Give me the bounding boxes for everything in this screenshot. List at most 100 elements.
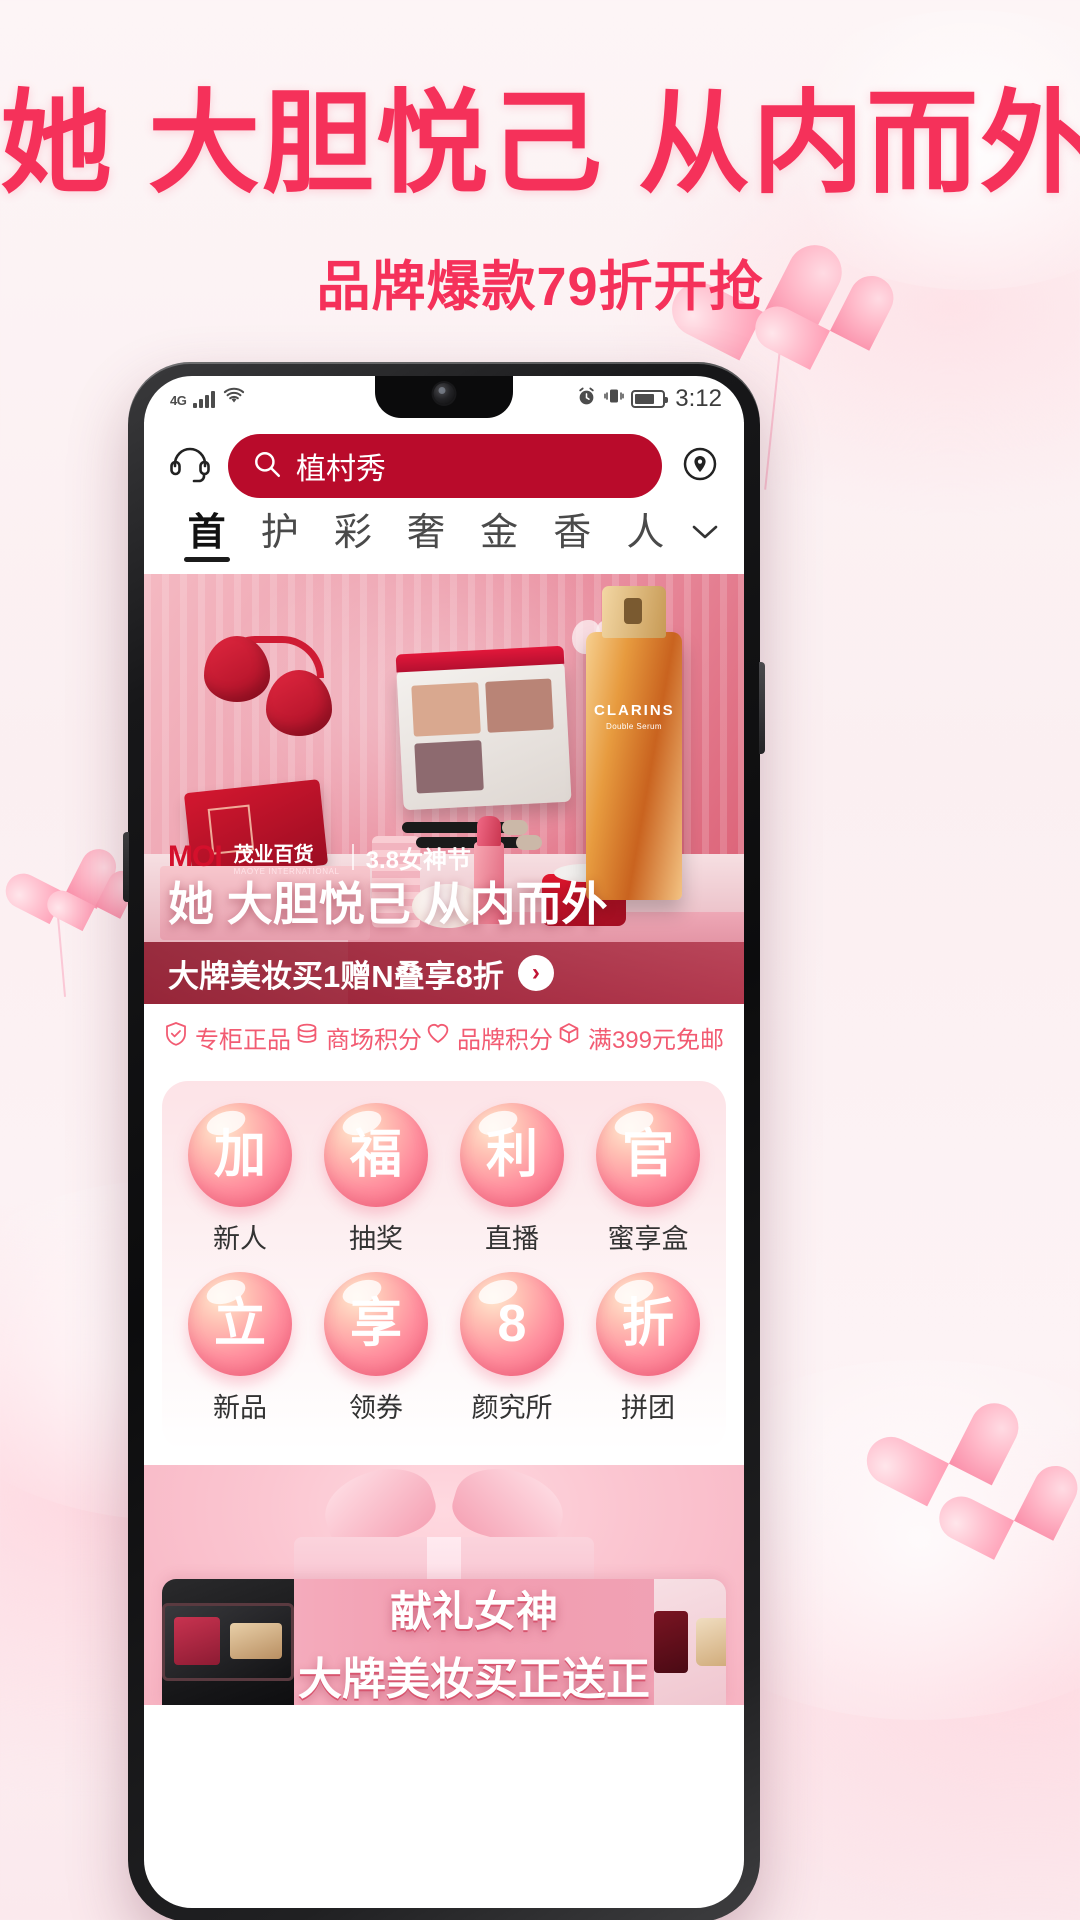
entry-newcomer[interactable]: 加 新人 (172, 1103, 308, 1256)
box-icon (557, 1021, 581, 1054)
poster-text: 她大胆悦己 从内而外 品牌爆款79折开抢 (0, 0, 1080, 321)
entry-glyph: 立 (188, 1272, 292, 1376)
tab-label: 金 (480, 512, 519, 554)
hero-banner[interactable]: CLARINS Double Serum MOI 茂业百货 MAOYE INTE… (144, 574, 744, 1004)
brand-name-cn: 茂业百货 (233, 844, 314, 866)
phone-screen: 4G 3:12 植村秀 首 护 彩 奢 金 香 人 CLARINS Double… (144, 376, 744, 1908)
benefit-brand-points[interactable]: 品牌积分 (426, 1020, 553, 1055)
headline-part-1: 她 (0, 81, 114, 206)
quick-entry-panel: 加 新人 福 抽奖 利 直播 官 蜜享盒 立 新品 享 领券 8 颜究所 折 拼… (162, 1081, 726, 1451)
gift-promo-section[interactable]: 献礼女神 大牌美妆买正送正 (144, 1465, 744, 1705)
front-camera-icon (433, 383, 455, 404)
ribbon-decoration (316, 1465, 572, 1555)
entry-glyph: 利 (460, 1103, 564, 1207)
tab-label: 人 (626, 512, 665, 554)
entry-new-products[interactable]: 立 新品 (172, 1272, 308, 1425)
promo-products-image (654, 1579, 726, 1705)
poster-subline: 品牌爆款79折开抢 (316, 257, 764, 317)
hero-subtitle-bar[interactable]: 大牌美妆买1赠N叠享8折 › (144, 942, 744, 1004)
tab-label: 首 (187, 512, 226, 554)
entry-label: 拼团 (621, 1393, 675, 1423)
tab-label: 彩 (333, 512, 372, 554)
entry-glyph: 折 (596, 1272, 700, 1376)
tab-xiang[interactable]: 香 (536, 512, 609, 562)
entry-glyph: 福 (324, 1103, 428, 1207)
benefit-label: 品牌积分 (456, 1027, 553, 1054)
entry-label: 直播 (485, 1224, 539, 1254)
balloon-string (764, 340, 782, 490)
promo-gift-set-image (162, 1579, 294, 1705)
promo-card[interactable]: 献礼女神 大牌美妆买正送正 (162, 1579, 726, 1705)
tab-shou[interactable]: 首 (170, 512, 243, 562)
alarm-icon (576, 386, 597, 413)
chevron-down-icon[interactable] (682, 514, 728, 542)
signal-bars-icon (193, 390, 216, 408)
benefit-label: 满399元免邮 (587, 1027, 724, 1054)
status-bar-right: 3:12 (576, 385, 722, 413)
tab-ren[interactable]: 人 (609, 512, 682, 562)
poster-headline: 她大胆悦己 从内而外 (0, 88, 1080, 200)
location-pin-icon[interactable] (678, 442, 722, 491)
benefit-mall-points[interactable]: 商场积分 (295, 1020, 422, 1055)
headline-part-2: 大胆悦己 (148, 81, 604, 206)
entry-label: 蜜享盒 (607, 1224, 689, 1254)
entry-livestream[interactable]: 利 直播 (444, 1103, 580, 1256)
entry-label: 新人 (213, 1224, 267, 1254)
phone-device-frame: 4G 3:12 植村秀 首 护 彩 奢 金 香 人 CLARINS Double… (123, 362, 765, 1920)
benefit-free-shipping[interactable]: 满399元免邮 (557, 1020, 724, 1055)
tab-hu[interactable]: 护 (243, 512, 316, 562)
category-tabs: 首 护 彩 奢 金 香 人 (144, 512, 744, 574)
battery-icon (631, 390, 669, 408)
serum-subtitle: Double Serum (606, 722, 662, 731)
entry-coupons[interactable]: 享 领券 (308, 1272, 444, 1425)
entry-glyph: 享 (324, 1272, 428, 1376)
hero-subtitle: 大牌美妆买1赠N叠享8折 (168, 958, 504, 994)
tab-label: 香 (553, 512, 592, 554)
product-serum-bottle: CLARINS Double Serum (586, 586, 682, 900)
phone-side-button (123, 832, 129, 902)
headset-icon[interactable] (168, 444, 212, 489)
heart-icon (426, 1021, 450, 1054)
quick-entry-grid: 加 新人 福 抽奖 利 直播 官 蜜享盒 立 新品 享 领券 8 颜究所 折 拼… (172, 1103, 716, 1425)
entry-honey-box[interactable]: 官 蜜享盒 (580, 1103, 716, 1256)
entry-label: 抽奖 (349, 1224, 403, 1254)
entry-glyph: 官 (596, 1103, 700, 1207)
product-bra (204, 636, 354, 746)
arrow-right-icon[interactable]: › (517, 955, 554, 991)
wifi-icon (222, 387, 246, 411)
benefit-authentic[interactable]: 专柜正品 (164, 1020, 291, 1055)
entry-glyph: 加 (188, 1103, 292, 1207)
headline-part-3: 从内而外 (638, 81, 1080, 206)
benefit-label: 商场积分 (325, 1027, 422, 1054)
clock-time: 3:12 (675, 385, 722, 412)
vibrate-icon (604, 387, 625, 411)
entry-label: 新品 (213, 1393, 267, 1423)
promo-text: 献礼女神 大牌美妆买正送正 (294, 1579, 654, 1705)
entry-label: 领券 (349, 1393, 403, 1423)
search-row: 植村秀 (144, 422, 744, 512)
phone-notch (375, 376, 513, 418)
product-eyeshadow-palette (395, 645, 572, 811)
search-icon (252, 449, 282, 484)
entry-label: 颜究所 (471, 1393, 553, 1423)
tab-cai[interactable]: 彩 (316, 512, 389, 562)
tab-label: 护 (260, 512, 299, 554)
benefits-bar: 专柜正品 商场积分 品牌积分 满399元免邮 (144, 1004, 744, 1071)
status-bar-left: 4G (170, 387, 246, 411)
search-input[interactable]: 植村秀 (228, 434, 662, 498)
tab-she[interactable]: 奢 (389, 512, 462, 562)
entry-lottery[interactable]: 福 抽奖 (308, 1103, 444, 1256)
entry-group-buy[interactable]: 折 拼团 (580, 1272, 716, 1425)
coins-icon (295, 1021, 319, 1054)
search-keyword: 植村秀 (296, 453, 386, 486)
serum-brand: CLARINS (594, 702, 675, 719)
benefit-label: 专柜正品 (195, 1027, 291, 1054)
entry-glyph: 8 (460, 1272, 564, 1376)
entry-beauty-lab[interactable]: 8 颜究所 (444, 1272, 580, 1425)
hero-title: 她 大胆悦己 从内而外 (168, 878, 608, 930)
promo-line-2: 大牌美妆买正送正 (298, 1654, 650, 1704)
network-type-label: 4G (170, 393, 187, 408)
promo-line-1: 献礼女神 (389, 1587, 558, 1635)
tab-label: 奢 (406, 512, 445, 554)
tab-jin[interactable]: 金 (463, 512, 536, 562)
